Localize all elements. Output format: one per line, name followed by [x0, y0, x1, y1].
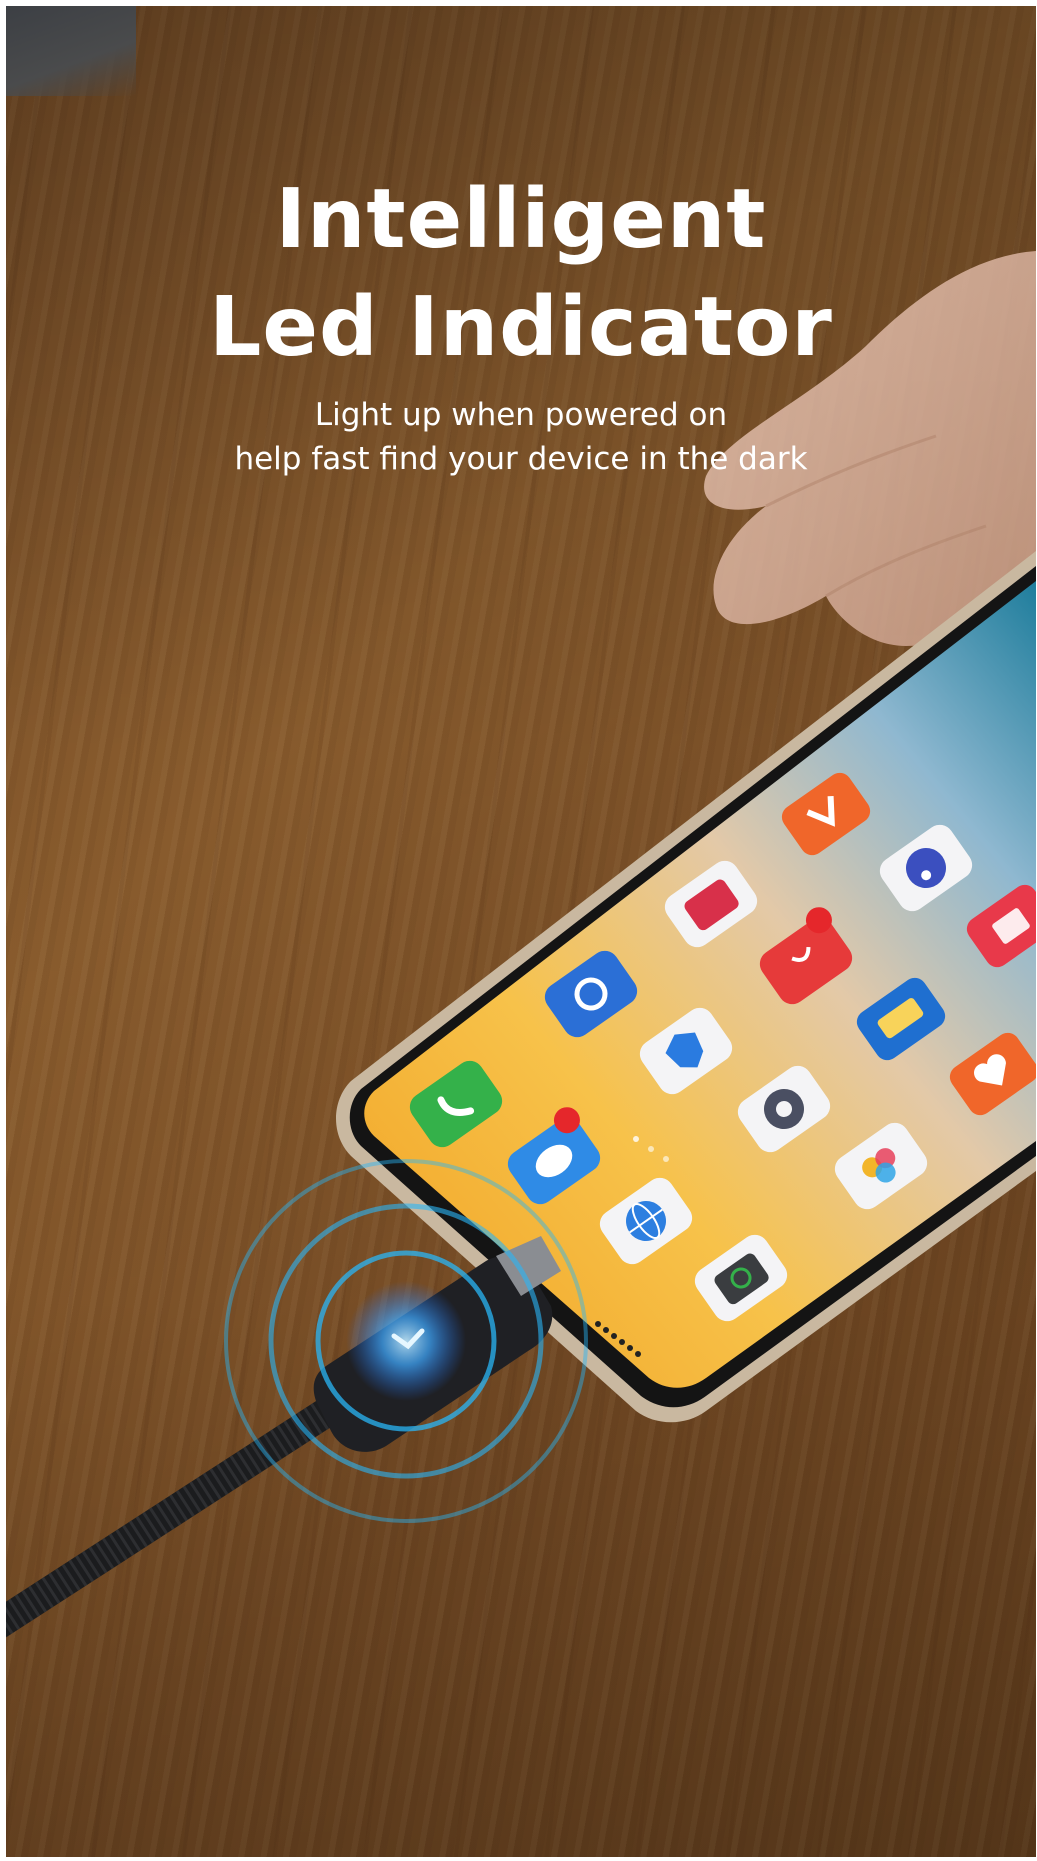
- headline: Intelligent Led Indicator: [6, 166, 1036, 382]
- led-indicator: [346, 1281, 466, 1401]
- headline-line-2: Led Indicator: [209, 280, 833, 375]
- phone-screen: [364, 581, 1036, 1388]
- subheadline-line-2: help fast find your device in the dark: [234, 441, 808, 477]
- product-photo: Intelligent Led Indicator Light up when …: [6, 6, 1036, 1857]
- subheadline-line-1: Light up when powered on: [314, 397, 728, 433]
- headline-line-1: Intelligent: [275, 172, 767, 267]
- subheadline: Light up when powered on help fast find …: [6, 393, 1036, 481]
